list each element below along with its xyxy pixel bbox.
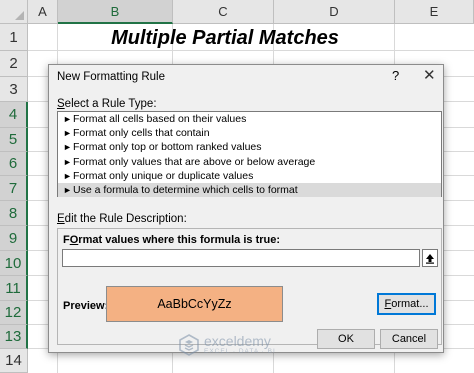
row-header-13[interactable]: 13 <box>0 325 28 349</box>
edit-rule-description-label-key: E <box>57 213 65 225</box>
preview-sample: AaBbCcYyZz <box>106 286 283 322</box>
rule-description-box: FOrmat values where this formula is true… <box>57 228 442 345</box>
range-select-icon <box>426 253 434 264</box>
formula-input[interactable] <box>62 249 420 267</box>
row-header-3[interactable]: 3 <box>0 77 28 102</box>
close-icon[interactable]: ✕ <box>423 66 436 84</box>
rule-type-label: Format all cells based on their values <box>73 113 247 125</box>
formula-label-pre: F <box>63 234 70 246</box>
collapse-dialog-button[interactable] <box>422 249 438 267</box>
row-header-9[interactable]: 9 <box>0 226 28 251</box>
rule-type-list[interactable]: ►Format all cells based on their values … <box>57 111 442 198</box>
select-rule-type-label-key: S <box>57 98 65 110</box>
row-header-1[interactable]: 1 <box>0 24 28 51</box>
arrow-icon: ► <box>63 142 72 153</box>
column-header-c[interactable]: C <box>173 0 274 24</box>
format-button-text: ormat... <box>391 298 429 310</box>
row-header-12[interactable]: 12 <box>0 301 28 325</box>
column-header-b[interactable]: B <box>58 0 173 24</box>
rule-type-item[interactable]: ►Format only unique or duplicate values <box>58 169 441 183</box>
arrow-icon: ► <box>63 184 72 195</box>
rule-type-item[interactable]: ►Format only cells that contain <box>58 126 441 140</box>
sheet-title[interactable]: Multiple Partial Matches <box>60 25 390 51</box>
row-header-8[interactable]: 8 <box>0 201 28 226</box>
rule-type-item[interactable]: ►Format only top or bottom ranked values <box>58 140 441 154</box>
format-button[interactable]: Format... <box>377 293 436 315</box>
formula-label-key: O <box>69 234 79 246</box>
formula-label-text: rmat values where this formula is true: <box>78 234 281 246</box>
arrow-icon: ► <box>63 156 72 167</box>
arrow-icon: ► <box>63 114 72 124</box>
ok-button[interactable]: OK <box>317 329 375 349</box>
rule-type-label: Format only top or bottom ranked values <box>73 141 262 154</box>
column-header-e[interactable]: E <box>395 0 474 24</box>
watermark-text: exceldemy EXCEL · DATA · BI <box>204 334 276 356</box>
cancel-button[interactable]: Cancel <box>380 329 438 349</box>
select-rule-type-label-text: elect a Rule Type: <box>64 98 157 110</box>
row-header-14[interactable]: 14 <box>0 349 28 373</box>
row-header-11[interactable]: 11 <box>0 276 28 301</box>
row-header-4[interactable]: 4 <box>0 102 28 128</box>
row-header-2[interactable]: 2 <box>0 51 28 77</box>
row-header-7[interactable]: 7 <box>0 176 28 201</box>
rule-type-item-selected[interactable]: ►Use a formula to determine which cells … <box>58 182 441 198</box>
rule-type-label: Use a formula to determine which cells t… <box>73 183 298 196</box>
watermark-name: exceldemy <box>204 333 271 349</box>
rule-type-item[interactable]: ►Format all cells based on their values <box>58 112 441 126</box>
exceldemy-watermark: exceldemy EXCEL · DATA · BI <box>178 334 276 356</box>
column-header-d[interactable]: D <box>274 0 395 24</box>
arrow-icon: ► <box>63 170 72 181</box>
row-header-5[interactable]: 5 <box>0 128 28 152</box>
exceldemy-logo-icon <box>179 334 199 356</box>
watermark-tagline: EXCEL · DATA · BI <box>204 348 276 355</box>
rule-type-label: Format only unique or duplicate values <box>73 169 254 182</box>
select-all-corner[interactable] <box>0 0 28 24</box>
rule-type-label: Format only cells that contain <box>73 127 210 140</box>
column-header-a[interactable]: A <box>28 0 58 24</box>
edit-rule-description-label-text: dit the Rule Description: <box>64 213 187 225</box>
dialog-title: New Formatting Rule <box>57 71 166 83</box>
arrow-icon: ► <box>63 128 72 139</box>
rule-type-item[interactable]: ►Format only values that are above or be… <box>58 155 441 169</box>
preview-label: Preview: <box>63 300 109 312</box>
format-button-key: F <box>384 298 392 310</box>
row-header-6[interactable]: 6 <box>0 152 28 176</box>
rule-type-label: Format only values that are above or bel… <box>73 155 316 168</box>
edit-rule-description-label: Edit the Rule Description: <box>57 213 187 225</box>
select-rule-type-label: Select a Rule Type: <box>57 98 157 110</box>
row-header-10[interactable]: 10 <box>0 251 28 276</box>
new-formatting-rule-dialog: New Formatting Rule ? ✕ Select a Rule Ty… <box>48 64 444 353</box>
formula-label: FOrmat values where this formula is true… <box>63 234 280 246</box>
help-button[interactable]: ? <box>392 68 399 83</box>
